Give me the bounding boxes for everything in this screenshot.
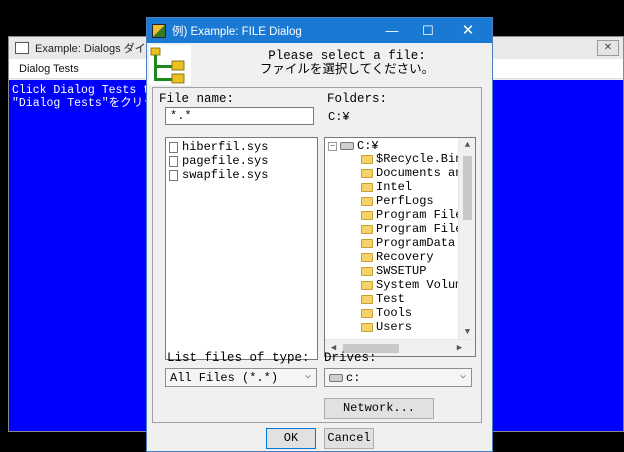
vertical-scroll-thumb[interactable] — [463, 156, 472, 220]
tree-folder-item[interactable]: Documents and — [361, 166, 459, 180]
folder-icon — [361, 308, 373, 318]
list-item[interactable]: swapfile.sys — [169, 168, 314, 182]
list-item[interactable]: pagefile.sys — [169, 154, 314, 168]
folder-icon — [361, 210, 373, 220]
tree-folder-item[interactable]: Tools — [361, 306, 412, 320]
tree-folder-item[interactable]: Program Files — [361, 208, 459, 222]
dialog-titlebar[interactable]: 例) Example: FILE Dialog — ☐ ✕ — [147, 18, 492, 43]
folder-icon — [361, 168, 373, 178]
tree-folder-item[interactable]: $Recycle.Bin — [361, 152, 459, 166]
file-name-input[interactable]: *.* — [165, 107, 314, 125]
dialog-title: 例) Example: FILE Dialog — [172, 25, 302, 38]
folder-icon — [361, 196, 373, 206]
chevron-down-icon[interactable]: ⌵ — [460, 370, 466, 382]
folder-icon — [361, 224, 373, 234]
drive-icon — [329, 373, 343, 382]
close-icon[interactable]: ✕ — [450, 18, 486, 43]
folder-icon — [361, 252, 373, 262]
scroll-down-icon[interactable]: ▼ — [459, 327, 475, 337]
folder-icon — [361, 294, 373, 304]
file-tree-logo-icon — [149, 45, 191, 85]
file-icon — [169, 169, 178, 181]
prompt-line-ja: ファイルを選択してください。 — [259, 63, 435, 77]
file-name-label: File name: — [159, 92, 235, 106]
drives-label: Drives: — [324, 351, 377, 365]
file-icon — [169, 155, 178, 167]
maximize-icon[interactable]: ☐ — [410, 18, 446, 43]
tree-folder-item[interactable]: ProgramData — [361, 236, 455, 250]
drive-icon — [340, 142, 354, 150]
folders-label: Folders: — [327, 92, 388, 106]
list-type-label: List files of type: — [167, 351, 310, 365]
folder-icon — [361, 280, 373, 290]
folder-icon — [361, 322, 373, 332]
folder-icon — [361, 266, 373, 276]
tree-vertical-scrollbar[interactable]: ▲ ▼ — [458, 138, 475, 341]
tree-root[interactable]: − C:¥ — [328, 139, 379, 153]
menu-dialog-tests[interactable]: Dialog Tests — [19, 63, 79, 75]
scroll-up-icon[interactable]: ▲ — [459, 140, 475, 150]
background-close-icon[interactable]: ✕ — [597, 40, 619, 56]
network-button[interactable]: Network... — [324, 398, 434, 419]
file-dialog: 例) Example: FILE Dialog — ☐ ✕ Please sel… — [146, 17, 493, 452]
current-path: C:¥ — [328, 110, 350, 124]
prompt-line-en: Please select a file: — [268, 49, 426, 63]
file-type-select[interactable]: All Files (*.*) ⌵ — [165, 368, 317, 387]
chevron-down-icon[interactable]: ⌵ — [305, 370, 311, 382]
scroll-right-icon[interactable]: ▶ — [451, 343, 468, 353]
dialog-prompt: Please select a file: ファイルを選択してください。 — [207, 49, 487, 77]
collapse-icon[interactable]: − — [328, 141, 337, 151]
dialog-app-icon — [152, 23, 166, 38]
tree-folder-item[interactable]: SWSETUP — [361, 264, 426, 278]
folder-icon — [361, 154, 373, 164]
folder-icon — [361, 182, 373, 192]
tree-folder-item[interactable]: System Volume — [361, 278, 459, 292]
ok-button[interactable]: OK — [266, 428, 316, 449]
tree-folder-item[interactable]: Intel — [361, 180, 412, 194]
list-item[interactable]: hiberfil.sys — [169, 140, 314, 154]
tree-folder-item[interactable]: Users — [361, 320, 412, 334]
folder-tree[interactable]: − C:¥ $Recycle.Bin Documents and Intel P… — [324, 137, 476, 357]
file-list[interactable]: hiberfil.sys pagefile.sys swapfile.sys — [165, 137, 318, 360]
tree-folder-item[interactable]: Test — [361, 292, 405, 306]
tree-folder-item[interactable]: Recovery — [361, 250, 434, 264]
cancel-button[interactable]: Cancel — [324, 428, 374, 449]
file-icon — [169, 141, 178, 153]
background-window-title: Example: Dialogs ダイア — [35, 43, 157, 55]
tree-folder-item[interactable]: PerfLogs — [361, 194, 434, 208]
folder-icon — [361, 238, 373, 248]
app-icon — [15, 42, 29, 54]
minimize-icon[interactable]: — — [374, 18, 410, 43]
drives-select[interactable]: c: ⌵ — [324, 368, 472, 387]
tree-folder-item[interactable]: Program Files — [361, 222, 459, 236]
